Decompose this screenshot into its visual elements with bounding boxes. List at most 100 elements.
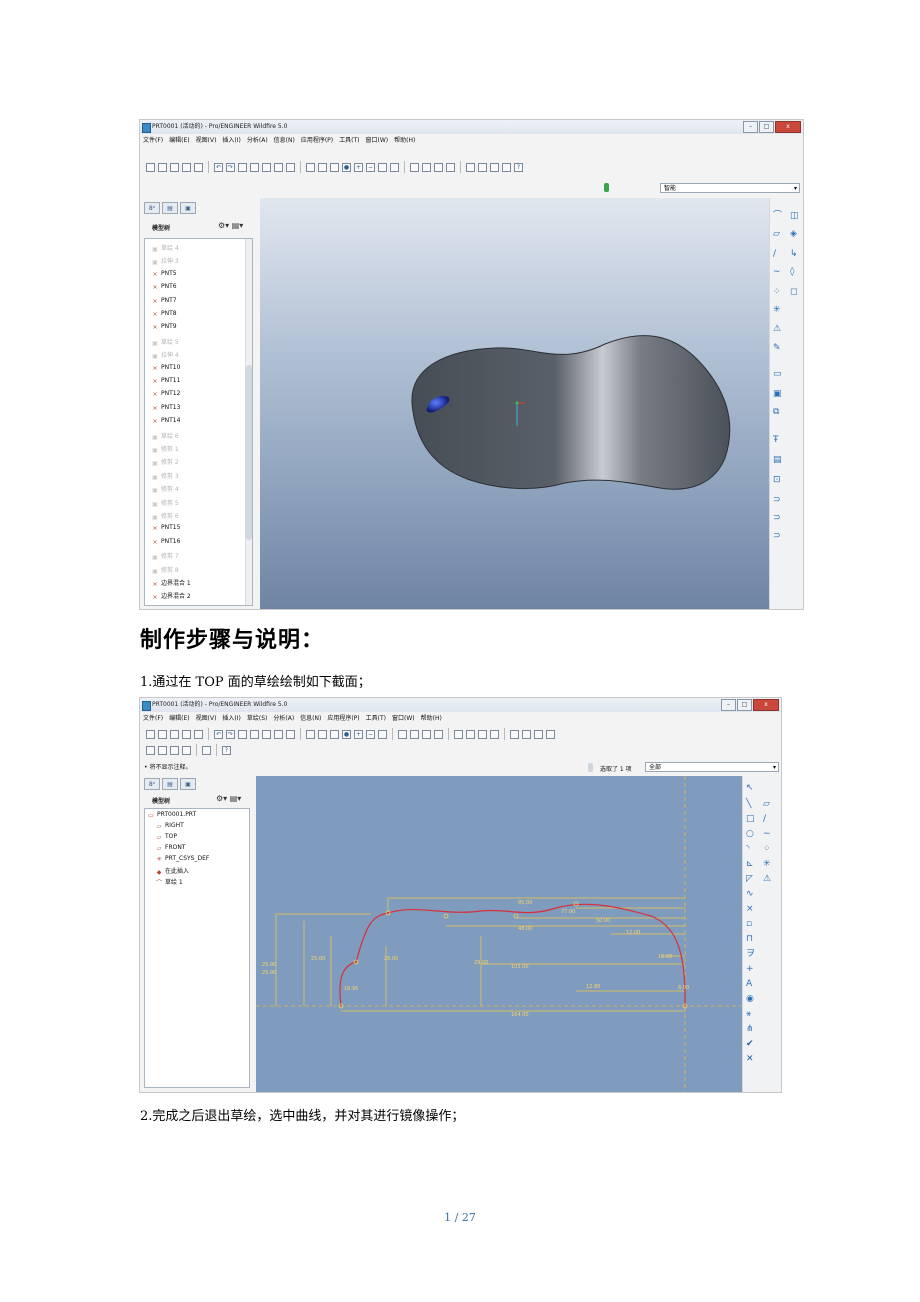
hidden-line-icon[interactable] [422,162,431,172]
tab-folder[interactable]: ▤ [162,778,178,790]
model-setup-icon[interactable] [158,745,167,755]
tree-item[interactable]: × PNT11 [151,377,180,385]
scrollbar-thumb[interactable] [246,365,252,540]
orient-icon[interactable] [330,162,339,172]
tree-item[interactable]: × PNT16 [151,538,180,546]
cancel-icon[interactable]: ✕ [746,1053,754,1065]
tab-model-tree[interactable]: 8ᵒ [144,202,160,214]
repaint-icon[interactable] [306,162,315,172]
menu-info[interactable]: 信息(N) [274,135,295,147]
layer-icon[interactable] [146,745,155,755]
sketch-constraints-icon[interactable] [534,729,543,739]
point-set-icon[interactable]: ⁘ [763,843,771,855]
copy-icon[interactable] [250,162,259,172]
tree-item[interactable]: ▣ 修剪 3 [151,471,179,481]
email-icon[interactable] [194,729,203,739]
datum-axes-icon[interactable] [478,162,487,172]
shading-icon[interactable]: ● [342,162,351,172]
redo-icon[interactable]: ↷ [226,729,235,739]
menu-edit[interactable]: 编辑(E) [169,713,189,725]
spin-center-icon[interactable] [318,729,327,739]
sketch-edit-tool-icon[interactable]: ✎ [773,342,781,354]
new-icon[interactable] [146,729,155,739]
merge-tool-icon[interactable]: ⧉ [773,406,779,418]
tree-item[interactable]: × 边界混合 1 [151,578,190,588]
print-icon[interactable] [182,729,191,739]
help-icon[interactable]: ? [222,745,231,755]
tree-item[interactable]: × 边界混合 2 [151,591,190,601]
maximize-button[interactable]: □ [737,699,752,711]
menu-analysis[interactable]: 分析(A) [247,135,268,147]
tree-settings-icon[interactable]: ⚙▾ ▤▾ [216,794,241,803]
refit-icon[interactable] [378,162,387,172]
solidify-tool-icon[interactable]: ⊃ [773,512,781,524]
no-hidden-icon[interactable] [422,729,431,739]
datum-points-icon[interactable] [478,729,487,739]
datum-curve-tool-icon[interactable]: ∼ [773,266,781,278]
tree-item[interactable]: ▣ 草绘 6 [151,431,179,441]
close-button[interactable]: x [775,121,801,133]
find-icon[interactable] [286,162,295,172]
extend-tool-icon[interactable]: ▤ [773,454,782,466]
tree-item[interactable]: ▱ RIGHT [155,822,184,830]
datum-planes-icon[interactable] [454,729,463,739]
menu-applications[interactable]: 应用程序(P) [301,135,333,147]
sketch-view-icon[interactable] [182,745,191,755]
csys-icon[interactable] [502,162,511,172]
arc-tool-icon[interactable]: ◝ [746,843,750,855]
datum-point-tool-icon[interactable]: ⁘ [773,286,781,298]
spline-tool-icon[interactable]: ∿ [746,888,754,900]
accept-icon[interactable]: ✔ [746,1038,754,1050]
maximize-button[interactable]: □ [759,121,774,133]
menu-view[interactable]: 视图(V) [196,713,217,725]
ellipse-icon[interactable]: ∼ [763,828,771,840]
datum-planes-icon[interactable] [466,162,475,172]
point-tool-icon[interactable]: × [746,903,754,915]
tree-item[interactable]: × PNT6 [151,283,176,291]
regenerate-icon[interactable] [274,162,283,172]
tree-item[interactable]: × PNT7 [151,297,176,305]
orient-icon[interactable] [330,729,339,739]
tree-item[interactable]: ▱ FRONT [155,844,186,852]
refit-icon[interactable] [378,729,387,739]
mirror-tool-icon[interactable]: ⋔ [746,1023,754,1035]
line-tangent-icon[interactable]: ▱ [763,798,770,810]
wireframe-icon[interactable] [410,162,419,172]
tree-item[interactable]: × PNT8 [151,310,176,318]
centerline-icon[interactable]: / [763,813,766,825]
find-icon[interactable] [274,729,283,739]
text-tool-icon[interactable]: A [746,978,752,990]
tree-item[interactable]: × PNT12 [151,390,180,398]
open-icon[interactable] [158,729,167,739]
tree-item[interactable]: × PNT14 [151,417,180,425]
minimize-button[interactable]: – [743,121,758,133]
tree-item[interactable]: × PNT13 [151,404,180,412]
close-button[interactable]: x [753,699,779,711]
mirror-tool-icon[interactable]: ▣ [773,388,782,400]
cut-icon[interactable] [238,729,247,739]
menu-file[interactable]: 文件(F) [143,713,163,725]
shading-icon[interactable]: ● [342,729,351,739]
tab-folder[interactable]: ▤ [162,202,178,214]
tree-item[interactable]: ✳ PRT_CSYS_DEF [155,855,209,863]
paste-icon[interactable] [262,162,271,172]
cut-icon[interactable] [238,162,247,172]
tree-item[interactable]: × PNT15 [151,524,180,532]
palette-tool-icon[interactable]: ◉ [746,993,754,1005]
sketch-inspect-icon[interactable] [202,745,211,755]
trim-tool-icon[interactable]: Ŧ [773,434,779,446]
menu-sketch[interactable]: 草绘(S) [247,713,268,725]
tree-item[interactable]: ▣ 修剪 4 [151,484,179,494]
dimension-tool-icon[interactable]: ⊓ [746,933,753,945]
tree-item[interactable]: ▣ 修剪 8 [151,565,179,575]
datum-axis-tool-icon[interactable]: / [773,248,776,260]
zoom-out-icon[interactable]: − [366,729,375,739]
zoom-in-icon[interactable]: + [354,729,363,739]
round-tool-icon[interactable]: ⊃ [773,530,781,542]
fillet-tool-icon[interactable]: ⊾ [746,858,754,870]
tree-scrollbar[interactable] [245,239,252,605]
shaded-icon[interactable] [446,162,455,172]
redo-icon[interactable]: ↷ [226,162,235,172]
menu-edit[interactable]: 编辑(E) [169,135,189,147]
use-edge-tool-icon[interactable]: ▫ [746,918,752,930]
